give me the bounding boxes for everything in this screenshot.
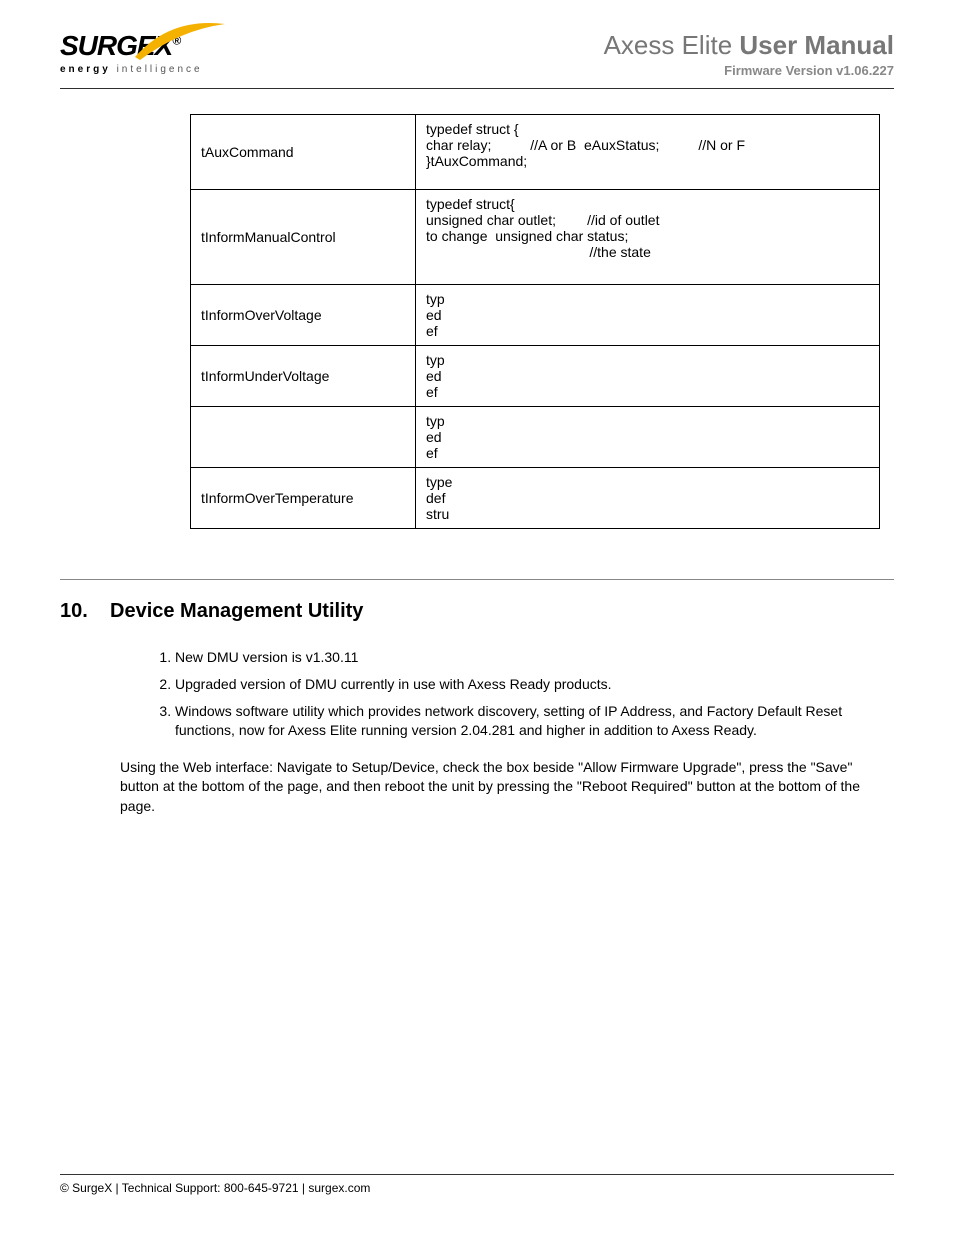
document-title: Axess Elite User Manual xyxy=(604,30,894,61)
table-row: typ ed ef xyxy=(191,407,880,468)
struct-name xyxy=(191,407,416,468)
table-row: tInformOverTemperature type def stru xyxy=(191,468,880,529)
page-footer: © SurgeX | Technical Support: 800-645-97… xyxy=(60,1174,894,1195)
page-header: SURGEX® energy intelligence Axess Elite … xyxy=(60,30,894,78)
footer-text: © SurgeX | Technical Support: 800-645-97… xyxy=(60,1181,894,1195)
logo-tagline: energy intelligence xyxy=(60,64,203,75)
table-row: tInformOverVoltage typ ed ef xyxy=(191,285,880,346)
struct-def: typedef struct { char relay; //A or B eA… xyxy=(416,115,880,190)
struct-table: tAuxCommand typedef struct { char relay;… xyxy=(190,114,880,529)
header-divider xyxy=(60,88,894,89)
title-block: Axess Elite User Manual Firmware Version… xyxy=(604,30,894,78)
section-divider xyxy=(60,579,894,580)
list-item: Windows software utility which provides … xyxy=(175,702,894,740)
section-heading: 10.Device Management Utility xyxy=(60,600,894,623)
struct-def: type def stru xyxy=(416,468,880,529)
footer-divider xyxy=(60,1174,894,1175)
struct-def: typ ed ef xyxy=(416,346,880,407)
struct-name: tInformOverTemperature xyxy=(191,468,416,529)
struct-def: typedef struct{ unsigned char outlet; //… xyxy=(416,190,880,285)
table-row: tAuxCommand typedef struct { char relay;… xyxy=(191,115,880,190)
numbered-list: New DMU version is v1.30.11 Upgraded ver… xyxy=(150,648,894,740)
struct-def: typ ed ef xyxy=(416,285,880,346)
list-item: New DMU version is v1.30.11 xyxy=(175,648,894,667)
struct-name: tInformManualControl xyxy=(191,190,416,285)
struct-name: tInformOverVoltage xyxy=(191,285,416,346)
firmware-version: Firmware Version v1.06.227 xyxy=(604,63,894,78)
struct-name: tAuxCommand xyxy=(191,115,416,190)
logo-text: SURGEX® xyxy=(60,30,180,62)
body-paragraph: Using the Web interface: Navigate to Set… xyxy=(120,758,894,817)
brand-logo: SURGEX® energy intelligence xyxy=(60,30,203,75)
table-row: tInformManualControl typedef struct{ uns… xyxy=(191,190,880,285)
struct-def: typ ed ef xyxy=(416,407,880,468)
list-item: Upgraded version of DMU currently in use… xyxy=(175,675,894,694)
table-row: tInformUnderVoltage typ ed ef xyxy=(191,346,880,407)
struct-name: tInformUnderVoltage xyxy=(191,346,416,407)
